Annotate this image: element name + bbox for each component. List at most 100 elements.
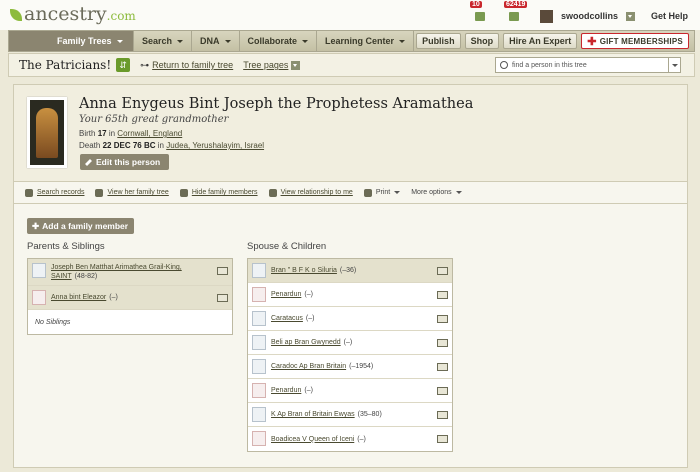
chevron-down-icon[interactable] xyxy=(668,58,680,72)
person-name: Anna Enygeus Bint Joseph the Prophetess … xyxy=(79,96,474,112)
parents-title: Parents & Siblings xyxy=(27,241,105,252)
profile-card-icon[interactable] xyxy=(437,267,448,275)
nav-dna[interactable]: DNA xyxy=(192,31,240,51)
hide-family-members-action[interactable]: Hide family members xyxy=(179,188,258,197)
hints-notification[interactable]: 10 xyxy=(469,1,488,23)
shop-button[interactable]: Shop xyxy=(464,33,500,49)
list-item[interactable]: Anna bint Eleazor (–) xyxy=(28,286,232,310)
person-name-link[interactable]: Penardun xyxy=(271,291,301,298)
chevron-down-icon xyxy=(399,39,406,46)
get-help-link[interactable]: Get Help xyxy=(651,11,688,21)
tree-bar: The Patricians! ⇵ ⊶ Return to family tree… xyxy=(8,53,695,77)
nav-label: Family Trees xyxy=(57,36,112,46)
messages-notification[interactable]: 62419 xyxy=(503,1,528,23)
profile-card-icon[interactable] xyxy=(217,267,228,275)
person-dates: (48-82) xyxy=(74,273,98,280)
person-thumbnail xyxy=(252,263,266,278)
profile-card-icon[interactable] xyxy=(437,291,448,299)
edit-person-button[interactable]: Edit this person xyxy=(80,154,169,170)
print-menu[interactable]: Print xyxy=(363,188,401,197)
tree-pages-label: Tree pages xyxy=(243,60,289,70)
avatar[interactable] xyxy=(539,9,553,23)
list-item[interactable]: Penardun (–) xyxy=(248,283,452,307)
add-family-member-button[interactable]: ✚ Add a family member xyxy=(27,218,134,234)
publish-button[interactable]: Publish xyxy=(416,33,461,49)
list-item[interactable]: K Ap Bran of Britain Ewyas (35–80) xyxy=(248,403,452,427)
chevron-down-icon[interactable] xyxy=(625,11,635,21)
action-label: Search records xyxy=(37,189,85,196)
nav-family-trees[interactable]: Family Trees xyxy=(9,31,134,51)
death-date: 22 DEC 76 BC xyxy=(102,141,156,150)
action-label: More options xyxy=(411,189,452,196)
birth-in: in xyxy=(108,129,116,138)
hire-expert-button[interactable]: Hire An Expert xyxy=(503,33,578,49)
spouse-panel: Bran " B F K o Siluria (–36) Penardun (–) … xyxy=(247,258,453,452)
person-name-link[interactable]: Beli ap Bran Gwynedd xyxy=(271,339,341,346)
return-to-tree-link[interactable]: ⊶ Return to family tree xyxy=(140,60,233,71)
list-item[interactable]: Caradoc Ap Bran Britain (–1954) xyxy=(248,355,452,379)
person-name-link[interactable]: K Ap Bran of Britain Ewyas xyxy=(271,411,355,418)
search-icon xyxy=(25,188,33,197)
person-thumbnail xyxy=(32,290,46,305)
birth-date: 17 xyxy=(97,129,107,138)
search-icon xyxy=(500,61,508,69)
ancestry-logo[interactable]: ancestry.com xyxy=(10,3,136,25)
person-thumbnail xyxy=(252,287,266,302)
view-family-tree-action[interactable]: View her family tree xyxy=(95,188,169,197)
chevron-down-icon xyxy=(116,39,123,46)
person-name-link[interactable]: Caratacus xyxy=(271,315,303,322)
person-name-link[interactable]: Joseph Ben Matthat Arimathea Grail-King,… xyxy=(51,264,182,280)
tree-settings-icon[interactable]: ⇵ xyxy=(116,58,131,72)
person-name-link[interactable]: Anna bint Eleazor xyxy=(51,294,106,301)
person-thumbnail xyxy=(252,335,266,350)
relationship-icon xyxy=(268,188,277,197)
pedigree-icon: ⊶ xyxy=(140,59,150,70)
list-item[interactable]: Boadicea V Queen of Iceni (–) xyxy=(248,427,452,451)
death-in: in xyxy=(157,141,164,150)
person-dates: (–36) xyxy=(339,267,357,274)
person-thumbnail xyxy=(252,407,266,422)
profile-card-icon[interactable] xyxy=(217,294,228,302)
person-dates: (–) xyxy=(304,291,313,298)
relationship-label: Your 65th great grandmother xyxy=(79,114,229,125)
action-label: View her family tree xyxy=(107,189,169,196)
nav-label: Search xyxy=(142,36,173,46)
person-actions: Search records View her family tree Hide… xyxy=(14,182,687,204)
death-place-link[interactable]: Judea, Yerushalayim, Israel xyxy=(166,141,264,150)
list-item[interactable]: Bran " B F K o Siluria (–36) xyxy=(248,259,452,283)
person-name-link[interactable]: Boadicea V Queen of Iceni xyxy=(271,436,354,443)
chevron-down-icon xyxy=(177,39,184,46)
birth-place-link[interactable]: Cornwall, England xyxy=(117,129,182,138)
death-label: Death xyxy=(79,141,101,150)
list-item[interactable]: Beli ap Bran Gwynedd (–) xyxy=(248,331,452,355)
profile-card-icon[interactable] xyxy=(437,363,448,371)
list-item[interactable]: Joseph Ben Matthat Arimathea Grail-King,… xyxy=(28,259,232,286)
profile-card-icon[interactable] xyxy=(437,315,448,323)
nav-label: Learning Center xyxy=(325,36,395,46)
view-relationship-action[interactable]: View relationship to me xyxy=(268,188,353,197)
person-name-link[interactable]: Caradoc Ap Bran Britain xyxy=(271,363,346,370)
person-search-input[interactable]: find a person in this tree xyxy=(495,57,681,73)
person-thumbnail xyxy=(252,383,266,398)
profile-card-icon[interactable] xyxy=(437,339,448,347)
gift-memberships-button[interactable]: ✚ GIFT MEMBERSHIPS xyxy=(581,33,689,49)
profile-card-icon[interactable] xyxy=(437,387,448,395)
nav-collaborate[interactable]: Collaborate xyxy=(240,31,318,51)
nav-learning-center[interactable]: Learning Center xyxy=(317,31,415,51)
profile-card-icon[interactable] xyxy=(437,435,448,443)
person-portrait[interactable] xyxy=(27,97,67,168)
search-records-action[interactable]: Search records xyxy=(25,188,85,197)
pencil-icon xyxy=(85,158,92,166)
list-item[interactable]: Penardun (–) xyxy=(248,379,452,403)
username[interactable]: swoodcollins xyxy=(561,11,618,21)
nav-search[interactable]: Search xyxy=(134,31,193,51)
portrait-figure xyxy=(36,108,58,158)
more-options-menu[interactable]: More options xyxy=(411,188,462,197)
tree-pages-menu[interactable]: Tree pages xyxy=(243,60,301,70)
profile-card-icon[interactable] xyxy=(437,411,448,419)
person-header: Anna Enygeus Bint Joseph the Prophetess … xyxy=(14,85,687,182)
person-name-link[interactable]: Penardun xyxy=(271,387,301,394)
person-dates: (–) xyxy=(305,315,315,322)
person-name-link[interactable]: Bran " B F K o Siluria xyxy=(271,267,337,274)
list-item[interactable]: Caratacus (–) xyxy=(248,307,452,331)
